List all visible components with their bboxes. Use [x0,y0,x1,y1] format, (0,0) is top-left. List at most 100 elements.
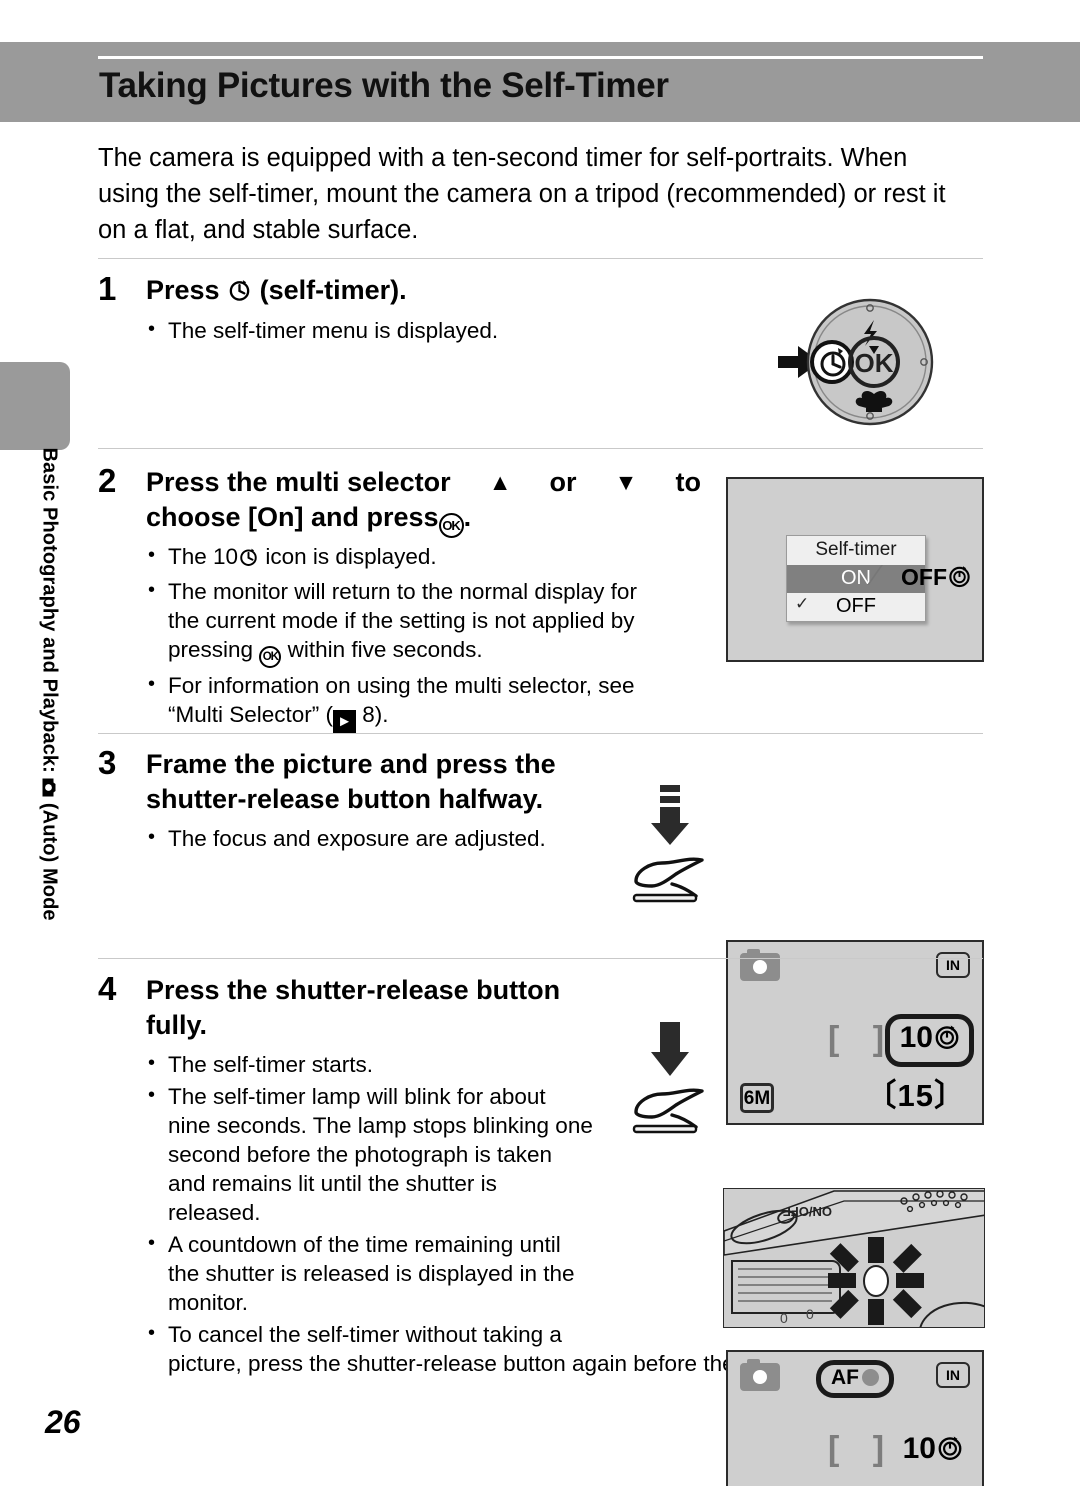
finger-press-icon [632,857,704,903]
intro-line-1: The camera is equipped with a ten-second… [98,144,908,172]
step-4-bullet-2-line-1: The self-timer lamp will blink for about [168,1084,546,1109]
step-4-bullet-2-line-2: nine seconds. The lamp stops blinking on… [168,1113,593,1138]
sidebar-label-before: Basic Photography and Playback: [38,447,61,773]
step-3-bullets: The focus and exposure are adjusted. [146,823,666,856]
step-2-bullet-2-line-3-b: within five seconds. [287,637,483,662]
divider-3 [98,733,983,734]
selftimer-indicator: 10 [903,1432,964,1469]
intro-line-3: on a flat, and stable surface. [98,216,419,244]
shots-bracket-left: 〔 [865,1078,898,1113]
menu-option-on-label: ON [841,567,871,589]
self-timer-icon [947,563,972,594]
manual-page: Taking Pictures with the Self-Timer Basi… [0,0,1080,1486]
menu-option-off[interactable]: ✓ OFF [787,593,925,621]
step-2-bullet-1: The 10 icon is displayed. [146,541,701,574]
svg-text:0: 0 [780,1310,788,1326]
step-2-bullet-3-line-1: For information on using the multi selec… [168,673,635,698]
header-rule [98,56,983,59]
step-2-heading-line1-b: to [675,467,701,497]
step-2-bullet-2-line-1: The monitor will return to the normal di… [168,579,637,604]
finger-press-icon [632,1088,704,1134]
step-2-bullet-1-text-b: icon is displayed. [265,544,437,569]
step-4-bullet-2-line-5: released. [168,1200,261,1225]
selftimer-status: OFF [901,563,972,594]
step-4-bullet-3-line-2: the shutter is released is displayed in … [168,1261,575,1286]
step-2-bullet-1-text-a: The 10 [168,544,239,569]
self-timer-icon [933,1022,961,1058]
step-4-heading-line-1: Press the shutter-release button [146,975,561,1005]
self-timer-icon [810,340,854,384]
menu-title: Self-timer [815,539,897,560]
self-timer-icon [227,276,252,311]
step-2-bullet-2-line-2: the current mode if the setting is not a… [168,608,635,633]
divider-4 [98,958,983,959]
image-size-indicator: 6M [740,1083,774,1113]
page-number: 26 [45,1404,81,1440]
shots-value: 15 [897,1078,934,1113]
step-2-heading: Press the multi selector ▲ or ▼ to choos… [146,465,701,538]
memory-indicator: IN [936,1362,970,1388]
step-4-heading-line-2: fully. [146,1010,208,1040]
step-4-bullet-3: A countdown of the time remaining until … [146,1229,651,1317]
step-4-bullet-2: The self-timer lamp will blink for about… [146,1081,651,1227]
focus-area-brackets: [ ] [828,1430,897,1468]
intro-paragraph: The camera is equipped with a ten-second… [98,140,983,248]
step-1-heading-before: Press [146,275,220,305]
ok-icon: OK [259,646,282,668]
step-2-heading-or: or [549,467,577,497]
step-2-bullet-2: The monitor will return to the normal di… [146,576,701,668]
step-2-heading-line2-a: choose [On] and press [146,502,439,532]
step-2-bullets: The 10 icon is displayed. The monitor wi… [146,541,701,736]
selftimer-count: 10 [902,1432,936,1465]
step-3-heading-line-1: Frame the picture and press the [146,749,556,779]
step-3-number: 3 [98,744,117,781]
check-icon: ✓ [795,594,810,613]
svg-text:0: 0 [806,1306,814,1322]
selftimer-status-label: OFF [901,564,947,590]
step-1-heading: Press (self-timer). [146,273,691,311]
press-fully-figure [625,1022,715,1134]
monitor-step4-figure: AF IN [ ] 10 6M 〔15〕 [726,1350,984,1486]
multi-selector-figure: OK [778,290,938,445]
page-title: Taking Pictures with the Self-Timer [99,66,669,105]
step-2-heading-line1-a: Press the multi selector [146,467,451,497]
divider-1 [98,258,983,259]
step-4-bullet-3-line-1: A countdown of the time remaining until [168,1232,561,1257]
step-1-bullet-1: The self-timer menu is displayed. [146,315,666,345]
step-3-bullet-1: The focus and exposure are adjusted. [146,823,666,853]
monitor-step3-figure: IN [ ] 10 6M 〔15〕 [726,940,984,1125]
sidebar-section-label: Basic Photography and Playback: (Auto) Mo… [36,448,61,1068]
step-2-bullet-3-line-2-a: “Multi Selector” ( [168,702,334,727]
arrow-down-dashed-icon [651,785,689,845]
step-4-bullet-2-line-4: and remains lit until the shutter is [168,1171,497,1196]
chevron-up-icon: ▲ [488,469,512,495]
self-timer-icon [238,545,259,574]
step-4-bullet-3-line-3: monitor. [168,1290,249,1315]
af-indicator: AF [816,1360,894,1398]
chevron-down-icon: ▼ [614,469,638,495]
step-3-heading-line-2: shutter-release button halfway. [146,784,544,814]
step-2-bullet-3: For information on using the multi selec… [146,670,701,733]
selftimer-menu-figure: Self-timer ON ✓ OFF OFF [726,477,984,662]
ok-icon: OK [438,513,464,538]
selftimer-count: 10 [899,1021,933,1054]
step-3-heading: Frame the picture and press the shutter-… [146,747,653,817]
af-dot-icon [862,1369,879,1386]
shots-remaining: 〔15〕 [866,1480,966,1486]
intro-line-2: using the self-timer, mount the camera o… [98,180,946,208]
sidebar-label-after: (Auto) Mode [38,802,61,921]
ok-label: OK [855,348,894,378]
af-label: AF [831,1366,859,1389]
step-4-bullet-2-line-3: second before the photograph is taken [168,1142,553,1167]
memory-indicator: IN [936,952,970,978]
step-4-bullet-4-line-1: To cancel the self-timer without taking … [168,1322,562,1347]
step-4-number: 4 [98,970,117,1007]
step-1-bullets: The self-timer menu is displayed. [146,315,666,348]
camera-lamp-figure: ON/OFF 0 0 [723,1188,985,1328]
power-switch-label: ON/OFF [783,1204,832,1219]
self-timer-icon [936,1433,964,1469]
arrow-down-solid-icon [651,1022,689,1076]
selftimer-indicator: 10 [884,1014,974,1067]
blinking-lamp-icon [828,1237,924,1325]
step-2-bullet-3-line-2-b: 8). [362,702,389,727]
